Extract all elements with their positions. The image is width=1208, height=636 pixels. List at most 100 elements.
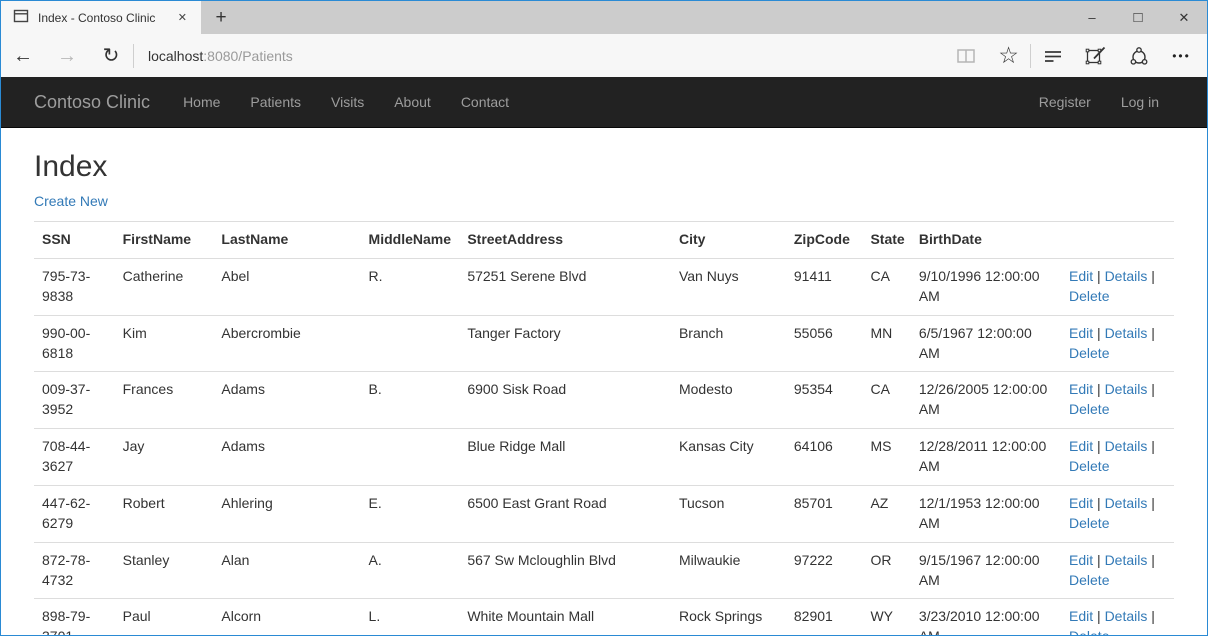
cell-middle: E. [361, 485, 460, 542]
nav-item-contact[interactable]: Contact [446, 77, 524, 127]
cell-middle [361, 429, 460, 486]
cell-zip: 97222 [786, 542, 863, 599]
nav-item-register[interactable]: Register [1024, 77, 1106, 127]
cell-birth: 3/23/2010 12:00:00 AM [911, 599, 1061, 635]
delete-link[interactable]: Delete [1069, 458, 1109, 474]
nav-item-visits[interactable]: Visits [316, 77, 379, 127]
table-header-row: SSN FirstName LastName MiddleName Street… [34, 222, 1174, 259]
details-link[interactable]: Details [1105, 495, 1148, 511]
hub-icon[interactable] [1031, 44, 1074, 68]
delete-link[interactable]: Delete [1069, 345, 1109, 361]
cell-street: 6500 East Grant Road [459, 485, 671, 542]
cell-street: 567 Sw Mcloughlin Blvd [459, 542, 671, 599]
cell-city: Tucson [671, 485, 786, 542]
edit-link[interactable]: Edit [1069, 325, 1093, 341]
delete-link[interactable]: Delete [1069, 572, 1109, 588]
edit-link[interactable]: Edit [1069, 381, 1093, 397]
cell-zip: 64106 [786, 429, 863, 486]
more-actions-icon[interactable]: ••• [1160, 50, 1203, 62]
cell-ssn: 009-37-3952 [34, 372, 115, 429]
browser-tab[interactable]: Index - Contoso Clinic ✕ [1, 1, 201, 34]
header-zipcode: ZipCode [786, 222, 863, 259]
action-separator: | [1093, 552, 1104, 568]
maximize-button[interactable]: □ [1115, 1, 1161, 34]
action-separator: | [1147, 325, 1155, 341]
address-bar[interactable]: localhost:8080/Patients [134, 48, 944, 64]
edit-link[interactable]: Edit [1069, 608, 1093, 624]
cell-street: Tanger Factory [459, 315, 671, 372]
delete-link[interactable]: Delete [1069, 288, 1109, 304]
browser-toolbar: ← → ↻ localhost:8080/Patients ☆ [1, 34, 1207, 77]
details-link[interactable]: Details [1105, 268, 1148, 284]
cell-last: Ahlering [213, 485, 360, 542]
nav-item-patients[interactable]: Patients [235, 77, 316, 127]
cell-birth: 9/10/1996 12:00:00 AM [911, 258, 1061, 315]
cell-ssn: 447-62-6279 [34, 485, 115, 542]
details-link[interactable]: Details [1105, 325, 1148, 341]
header-streetaddress: StreetAddress [459, 222, 671, 259]
cell-city: Kansas City [671, 429, 786, 486]
delete-link[interactable]: Delete [1069, 628, 1109, 635]
cell-state: MN [862, 315, 910, 372]
delete-link[interactable]: Delete [1069, 401, 1109, 417]
cell-actions: Edit | Details | Delete [1061, 315, 1174, 372]
nav-item-about[interactable]: About [379, 77, 446, 127]
nav-item-login[interactable]: Log in [1106, 77, 1174, 127]
action-separator: | [1093, 381, 1104, 397]
cell-first: Catherine [115, 258, 214, 315]
cell-first: Frances [115, 372, 214, 429]
cell-last: Alcorn [213, 599, 360, 635]
tab-close-icon[interactable]: ✕ [172, 9, 193, 26]
close-button[interactable]: ✕ [1161, 1, 1207, 34]
site-navbar: Contoso Clinic Home Patients Visits Abou… [1, 77, 1207, 128]
cell-street: 6900 Sisk Road [459, 372, 671, 429]
cell-state: CA [862, 372, 910, 429]
cell-city: Branch [671, 315, 786, 372]
cell-ssn: 708-44-3627 [34, 429, 115, 486]
page-content: Index Create New SSN FirstName LastName … [1, 128, 1207, 635]
cell-ssn: 990-00-6818 [34, 315, 115, 372]
nav-item-home[interactable]: Home [168, 77, 235, 127]
details-link[interactable]: Details [1105, 608, 1148, 624]
table-row: 795-73-9838CatherineAbelR.57251 Serene B… [34, 258, 1174, 315]
create-new-link[interactable]: Create New [34, 193, 108, 209]
cell-birth: 12/28/2011 12:00:00 AM [911, 429, 1061, 486]
delete-link[interactable]: Delete [1069, 515, 1109, 531]
details-link[interactable]: Details [1105, 438, 1148, 454]
cell-first: Robert [115, 485, 214, 542]
header-ssn: SSN [34, 222, 115, 259]
cell-ssn: 872-78-4732 [34, 542, 115, 599]
edit-link[interactable]: Edit [1069, 438, 1093, 454]
favorites-star-icon[interactable]: ☆ [987, 44, 1030, 67]
cell-zip: 85701 [786, 485, 863, 542]
cell-last: Alan [213, 542, 360, 599]
cell-state: OR [862, 542, 910, 599]
edit-link[interactable]: Edit [1069, 552, 1093, 568]
table-row: 447-62-6279RobertAhleringE.6500 East Gra… [34, 485, 1174, 542]
cell-city: Rock Springs [671, 599, 786, 635]
header-city: City [671, 222, 786, 259]
web-note-icon[interactable] [1074, 44, 1117, 68]
cell-actions: Edit | Details | Delete [1061, 429, 1174, 486]
details-link[interactable]: Details [1105, 552, 1148, 568]
edit-link[interactable]: Edit [1069, 495, 1093, 511]
table-row: 898-79-3701PaulAlcornL.White Mountain Ma… [34, 599, 1174, 635]
back-icon[interactable]: ← [1, 46, 45, 66]
edit-link[interactable]: Edit [1069, 268, 1093, 284]
page-title: Index [34, 150, 1174, 183]
navbar-brand[interactable]: Contoso Clinic [34, 92, 168, 113]
cell-state: AZ [862, 485, 910, 542]
details-link[interactable]: Details [1105, 381, 1148, 397]
cell-birth: 6/5/1967 12:00:00 AM [911, 315, 1061, 372]
table-row: 990-00-6818KimAbercrombieTanger FactoryB… [34, 315, 1174, 372]
cell-actions: Edit | Details | Delete [1061, 542, 1174, 599]
share-icon[interactable] [1117, 44, 1160, 68]
cell-street: White Mountain Mall [459, 599, 671, 635]
minimize-button[interactable]: – [1069, 1, 1115, 34]
cell-last: Abel [213, 258, 360, 315]
refresh-icon[interactable]: ↻ [89, 46, 133, 66]
cell-last: Abercrombie [213, 315, 360, 372]
new-tab-button[interactable]: + [201, 1, 241, 34]
header-state: State [862, 222, 910, 259]
cell-state: WY [862, 599, 910, 635]
